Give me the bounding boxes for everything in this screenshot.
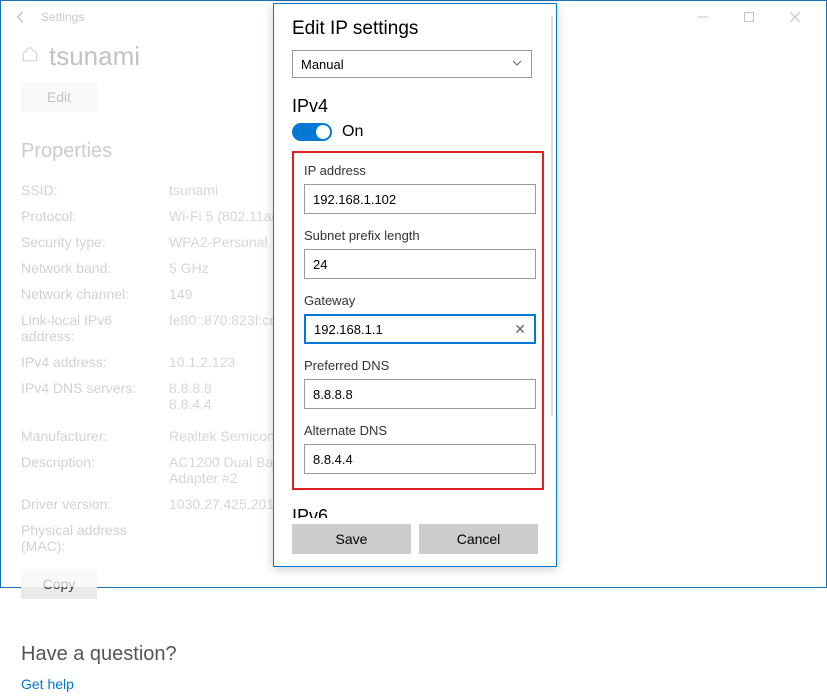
dropdown-value: Manual <box>301 57 344 72</box>
input-value: 8.8.4.4 <box>313 452 353 467</box>
preferred-dns-field: Preferred DNS 8.8.8.8 <box>304 358 532 409</box>
chevron-down-icon <box>511 57 523 72</box>
ip-address-field: IP address 192.168.1.102 <box>304 163 532 214</box>
ipv4-heading: IPv4 <box>292 96 538 117</box>
field-label: Subnet prefix length <box>304 228 532 243</box>
cancel-button[interactable]: Cancel <box>419 524 538 554</box>
alternate-dns-input[interactable]: 8.8.4.4 <box>304 444 536 474</box>
gateway-input[interactable]: 192.168.1.1 ✕ <box>304 314 536 344</box>
field-label: Preferred DNS <box>304 358 532 373</box>
subnet-field: Subnet prefix length 24 <box>304 228 532 279</box>
ip-mode-dropdown[interactable]: Manual <box>292 50 532 78</box>
dialog-body: Edit IP settings Manual IPv4 On IP addre… <box>274 4 556 518</box>
subnet-input[interactable]: 24 <box>304 249 536 279</box>
field-label: Alternate DNS <box>304 423 532 438</box>
ip-address-input[interactable]: 192.168.1.102 <box>304 184 536 214</box>
ipv4-toggle[interactable]: On <box>292 123 538 141</box>
gateway-field: Gateway 192.168.1.1 ✕ <box>304 293 532 344</box>
dialog-title: Edit IP settings <box>292 18 538 40</box>
toggle-switch-icon <box>292 123 332 141</box>
input-value: 24 <box>313 257 327 272</box>
input-value: 8.8.8.8 <box>313 387 353 402</box>
question-section: Have a question? Get help <box>21 643 806 694</box>
dialog-buttons: Save Cancel <box>274 518 556 566</box>
toggle-label: On <box>342 123 363 141</box>
alternate-dns-field: Alternate DNS 8.8.4.4 <box>304 423 532 474</box>
input-value: 192.168.1.102 <box>313 192 396 207</box>
ipv6-heading: IPv6 <box>292 506 538 518</box>
edit-ip-dialog: Edit IP settings Manual IPv4 On IP addre… <box>273 3 557 567</box>
preferred-dns-input[interactable]: 8.8.8.8 <box>304 379 536 409</box>
input-value: 192.168.1.1 <box>314 322 383 337</box>
clear-icon[interactable]: ✕ <box>514 321 526 338</box>
get-help-link[interactable]: Get help <box>21 676 74 692</box>
question-heading: Have a question? <box>21 643 806 666</box>
field-label: IP address <box>304 163 532 178</box>
save-button[interactable]: Save <box>292 524 411 554</box>
scrollbar[interactable] <box>551 16 553 416</box>
field-label: Gateway <box>304 293 532 308</box>
highlight-box: IP address 192.168.1.102 Subnet prefix l… <box>292 151 544 490</box>
